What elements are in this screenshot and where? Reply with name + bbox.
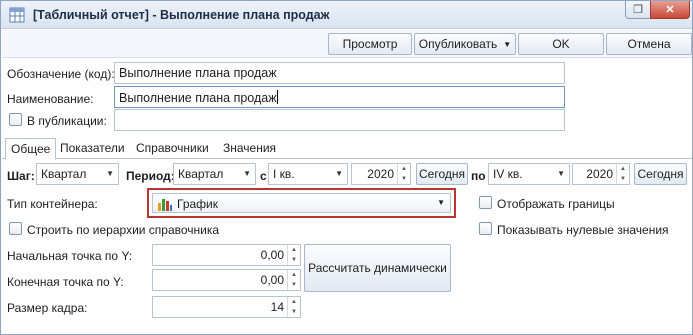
restore-button[interactable]: ❐ — [625, 1, 651, 19]
container-type-value: График — [177, 197, 218, 211]
cancel-button[interactable]: Отмена — [606, 33, 692, 55]
chevron-down-icon: ▼ — [503, 39, 512, 49]
end-y-stepper[interactable]: 0,00 ▲ ▼ — [152, 269, 301, 291]
bar-chart-icon — [158, 199, 172, 211]
code-field[interactable]: Выполнение плана продаж — [114, 62, 565, 84]
step-select[interactable]: Квартал ▼ — [36, 163, 119, 185]
spin-up-icon[interactable]: ▲ — [288, 245, 300, 255]
chevron-down-icon: ▼ — [557, 169, 565, 178]
to-year-value: 2020 — [586, 167, 613, 181]
frame-size-stepper[interactable]: 14 ▲ ▼ — [152, 296, 301, 318]
in-publication-label: В публикации: — [27, 114, 107, 128]
report-window: [Табличный отчет] - Выполнение плана про… — [0, 0, 693, 335]
tab-values[interactable]: Значения — [218, 138, 281, 159]
spin-up-icon[interactable]: ▲ — [398, 164, 410, 174]
from-label: с — [260, 169, 267, 183]
spin-up-icon[interactable]: ▲ — [617, 164, 629, 174]
build-hierarchy-checkbox[interactable] — [9, 222, 22, 235]
in-publication-field[interactable] — [114, 109, 565, 131]
period-select[interactable]: Квартал ▼ — [173, 163, 256, 185]
spin-buttons[interactable]: ▲ ▼ — [287, 297, 300, 317]
spin-down-icon[interactable]: ▼ — [398, 174, 410, 184]
spin-down-icon[interactable]: ▼ — [288, 307, 300, 317]
show-borders-checkbox[interactable] — [479, 196, 492, 209]
title-bar: [Табличный отчет] - Выполнение плана про… — [1, 1, 692, 29]
step-label: Шаг: — [7, 169, 35, 183]
publish-button-label: Опубликовать — [418, 37, 498, 51]
spin-buttons[interactable]: ▲ ▼ — [616, 164, 629, 184]
tab-bar: Общее Показатели Справочники Значения — [2, 138, 692, 160]
spin-buttons[interactable]: ▲ ▼ — [287, 270, 300, 290]
start-y-label: Начальная точка по Y: — [7, 249, 133, 263]
from-year-value: 2020 — [367, 167, 394, 181]
to-label: по — [471, 169, 486, 183]
name-label: Наименование: — [7, 92, 94, 106]
chevron-down-icon: ▼ — [106, 169, 114, 178]
window-title: [Табличный отчет] - Выполнение плана про… — [33, 8, 330, 22]
preview-button-label: Просмотр — [342, 37, 398, 51]
end-y-value: 0,00 — [260, 273, 284, 287]
chevron-down-icon: ▼ — [335, 169, 343, 178]
code-label: Обозначение (код): — [7, 67, 115, 81]
to-year-stepper[interactable]: 2020 ▲ ▼ — [572, 163, 630, 185]
spin-up-icon[interactable]: ▲ — [288, 270, 300, 280]
ok-button-label: OK — [552, 37, 570, 51]
spin-buttons[interactable]: ▲ ▼ — [287, 245, 300, 265]
start-y-stepper[interactable]: 0,00 ▲ ▼ — [152, 244, 301, 266]
spin-up-icon[interactable]: ▲ — [288, 297, 300, 307]
ok-button[interactable]: OK — [518, 33, 604, 55]
toolbar: Просмотр Опубликовать ▼ OK Отмена — [2, 30, 692, 58]
cancel-button-label: Отмена — [627, 37, 671, 51]
frame-size-value: 14 — [270, 300, 284, 314]
from-quarter-select[interactable]: I кв. ▼ — [268, 163, 348, 185]
show-zero-values-label: Показывать нулевые значения — [497, 223, 669, 237]
show-borders-label: Отображать границы — [497, 197, 615, 211]
tab-general[interactable]: Общее — [5, 138, 57, 160]
to-quarter-value: IV кв. — [493, 167, 523, 181]
container-type-select[interactable]: График ▼ — [152, 193, 451, 213]
period-label: Период: — [126, 169, 175, 183]
step-select-value: Квартал — [41, 167, 87, 181]
report-table-icon — [9, 7, 25, 23]
from-today-button[interactable]: Сегодня — [416, 163, 468, 185]
publish-button[interactable]: Опубликовать ▼ — [414, 33, 516, 55]
from-quarter-value: I кв. — [273, 167, 295, 181]
from-year-stepper[interactable]: 2020 ▲ ▼ — [351, 163, 411, 185]
close-button[interactable]: ✕ — [650, 1, 690, 19]
text-cursor — [276, 90, 278, 104]
end-y-label: Конечная точка по Y: — [7, 275, 124, 289]
name-field[interactable]: Выполнение плана продаж — [114, 86, 565, 108]
tab-indicators[interactable]: Показатели — [55, 138, 130, 159]
frame-size-label: Размер кадра: — [7, 301, 88, 315]
spin-down-icon[interactable]: ▼ — [288, 255, 300, 265]
spin-down-icon[interactable]: ▼ — [288, 280, 300, 290]
spin-buttons[interactable]: ▲ ▼ — [397, 164, 410, 184]
chevron-down-icon: ▼ — [437, 198, 445, 207]
start-y-value: 0,00 — [260, 248, 284, 262]
container-type-label: Тип контейнера: — [7, 197, 98, 211]
to-quarter-select[interactable]: IV кв. ▼ — [488, 163, 570, 185]
in-publication-checkbox[interactable] — [9, 113, 22, 126]
show-zero-values-checkbox[interactable] — [479, 222, 492, 235]
name-field-value: Выполнение плана продаж — [119, 91, 277, 105]
to-today-button[interactable]: Сегодня — [634, 163, 687, 185]
tab-directories[interactable]: Справочники — [131, 138, 214, 159]
period-select-value: Квартал — [178, 167, 224, 181]
calculate-dynamically-button[interactable]: Рассчитать динамически — [304, 244, 451, 292]
chevron-down-icon: ▼ — [243, 169, 251, 178]
build-hierarchy-label: Строить по иерархии справочника — [27, 223, 220, 237]
preview-button[interactable]: Просмотр — [328, 33, 412, 55]
spin-down-icon[interactable]: ▼ — [617, 174, 629, 184]
